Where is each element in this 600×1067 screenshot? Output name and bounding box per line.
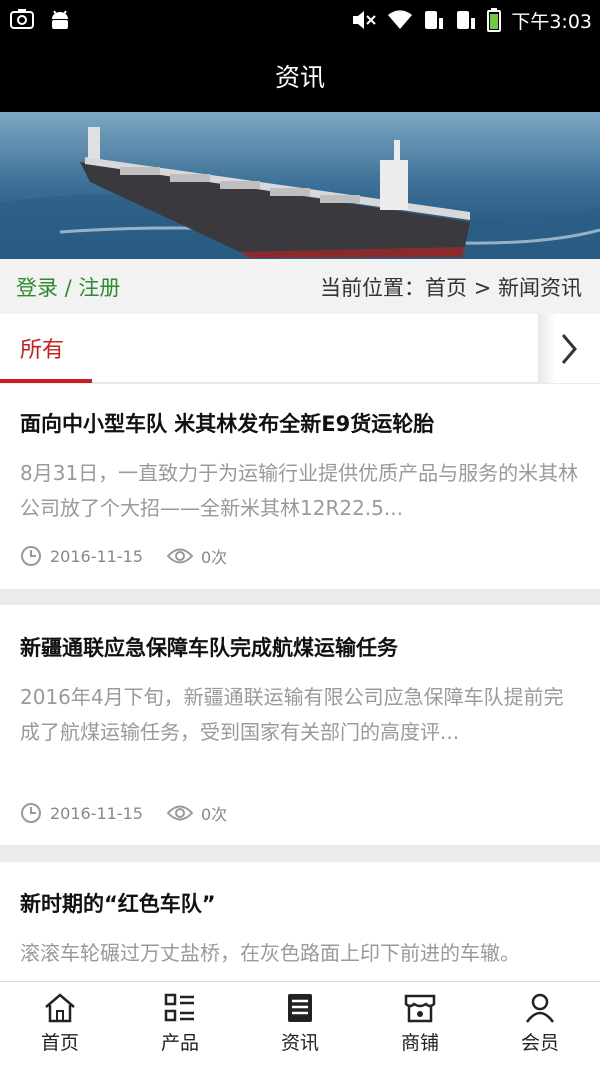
banner-image [0, 112, 600, 259]
battery-icon [487, 8, 502, 36]
member-icon [525, 993, 555, 1023]
nav-store-label: 商铺 [400, 1032, 439, 1054]
article-summary: 滚滚车轮碾过万丈盐桥，在灰色路面上印下前进的车辙。 [20, 941, 520, 965]
nav-news-label: 资讯 [280, 1032, 319, 1054]
chevron-right-icon [561, 333, 577, 364]
status-time: 下午3:03 [511, 11, 592, 33]
article-summary: 8月31日，一直致力于为运输行业提供优质产品与服务的米其林公司放了个大招——全新… [20, 461, 579, 520]
title-bar: 资讯 [0, 40, 600, 112]
article-meta: 2016-11-15 0次 [20, 801, 227, 825]
nav-home-label: 首页 [40, 1032, 79, 1054]
category-tabs: 所有 [0, 314, 600, 383]
android-icon [48, 8, 72, 36]
sim1-signal-icon [423, 8, 445, 36]
article-date: 2016-11-15 [50, 803, 143, 823]
nav-products-label: 产品 [160, 1032, 199, 1054]
nav-store[interactable]: 商铺 [360, 982, 480, 1067]
article-card[interactable]: 新时期的“红色车队” 滚滚车轮碾过万丈盐桥，在灰色路面上印下前进的车辙。 [0, 862, 600, 982]
nav-member-label: 会员 [520, 1032, 559, 1054]
article-meta: 2016-11-15 0次 [20, 544, 227, 568]
nav-member[interactable]: 会员 [480, 982, 600, 1067]
article-title[interactable]: 新疆通联应急保障车队完成航煤运输任务 [20, 632, 398, 662]
login-register-link[interactable]: 登录 / 注册 [16, 272, 120, 302]
article-summary: 2016年4月下旬，新疆通联运输有限公司应急保障车队提前完成了航煤运输任务，受到… [20, 685, 564, 744]
eye-icon [166, 547, 193, 565]
article-card[interactable]: 新疆通联应急保障车队完成航煤运输任务 2016年4月下旬，新疆通联运输有限公司应… [0, 605, 600, 845]
mute-icon [351, 8, 377, 36]
page-title: 资讯 [274, 63, 325, 92]
news-icon [288, 994, 312, 1022]
breadcrumb: 当前位置：首页 > 新闻资讯 [320, 276, 582, 300]
home-icon [45, 993, 75, 1023]
sim2-signal-icon [455, 8, 477, 36]
article-date: 2016-11-15 [50, 546, 143, 566]
tabs-scroll-right-button[interactable] [538, 314, 600, 383]
tab-all[interactable]: 所有 [0, 314, 92, 383]
article-views: 0次 [200, 805, 228, 824]
screenshot-icon [10, 8, 34, 36]
article-views: 0次 [200, 548, 228, 567]
product-list-icon [164, 993, 194, 1022]
article-title[interactable]: 面向中小型车队 米其林发布全新E9货运轮胎 [20, 408, 434, 438]
nav-home[interactable]: 首页 [0, 982, 120, 1067]
article-title[interactable]: 新时期的“红色车队” [20, 888, 216, 918]
clock-icon [20, 802, 42, 824]
article-card[interactable]: 面向中小型车队 米其林发布全新E9货运轮胎 8月31日，一直致力于为运输行业提供… [0, 384, 600, 589]
tab-active-indicator [0, 379, 92, 383]
wifi-icon [387, 9, 413, 35]
tab-all-label: 所有 [20, 338, 65, 363]
location-bar: 登录 / 注册 当前位置：首页 > 新闻资讯 [0, 259, 600, 314]
status-bar: 下午3:03 [0, 0, 600, 40]
bottom-nav: 首页 产品 资讯 商铺 会员 [0, 981, 600, 1067]
nav-products[interactable]: 产品 [120, 982, 240, 1067]
eye-icon [166, 804, 193, 822]
nav-news[interactable]: 资讯 [240, 982, 360, 1067]
clock-icon [20, 545, 42, 567]
store-icon [404, 994, 436, 1023]
